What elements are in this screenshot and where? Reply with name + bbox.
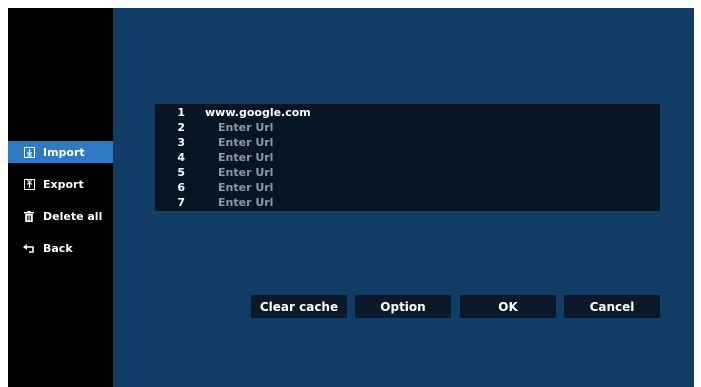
clear-cache-button[interactable]: Clear cache xyxy=(251,295,347,318)
url-row-number: 3 xyxy=(177,136,185,149)
url-input-placeholder[interactable]: Enter Url xyxy=(218,136,273,149)
url-input-placeholder[interactable]: Enter Url xyxy=(218,196,273,209)
export-icon xyxy=(23,178,35,190)
cancel-button[interactable]: Cancel xyxy=(564,295,660,318)
back-arrow-icon xyxy=(23,242,35,254)
url-row-number: 7 xyxy=(177,196,185,209)
sidebar-item-label: Back xyxy=(43,241,73,255)
url-row-number: 6 xyxy=(177,181,185,194)
url-input-placeholder[interactable]: Enter Url xyxy=(218,166,273,179)
sidebar: Import Export Delete all Back xyxy=(8,8,113,387)
url-row-1[interactable]: 1 www.google.com xyxy=(155,105,660,120)
url-row-number: 1 xyxy=(177,106,185,119)
url-list: 1 www.google.com 2 Enter Url 3 Enter Url… xyxy=(155,104,660,211)
import-icon xyxy=(23,146,35,158)
url-row-number: 2 xyxy=(177,121,185,134)
url-row-7[interactable]: 7 Enter Url xyxy=(155,195,660,210)
url-row-number: 5 xyxy=(177,166,185,179)
url-input-placeholder[interactable]: Enter Url xyxy=(218,151,273,164)
url-row-2[interactable]: 2 Enter Url xyxy=(155,120,660,135)
sidebar-item-import[interactable]: Import xyxy=(8,141,113,163)
sidebar-item-delete-all[interactable]: Delete all xyxy=(8,205,113,227)
sidebar-item-label: Delete all xyxy=(43,209,103,223)
url-input-placeholder[interactable]: Enter Url xyxy=(218,181,273,194)
ok-button[interactable]: OK xyxy=(460,295,556,318)
sidebar-item-label: Import xyxy=(43,145,85,159)
url-row-5[interactable]: 5 Enter Url xyxy=(155,165,660,180)
url-row-3[interactable]: 3 Enter Url xyxy=(155,135,660,150)
sidebar-item-label: Export xyxy=(43,177,84,191)
url-value[interactable]: www.google.com xyxy=(205,106,311,119)
main-panel: 1 www.google.com 2 Enter Url 3 Enter Url… xyxy=(113,8,694,387)
option-button[interactable]: Option xyxy=(355,295,451,318)
sidebar-item-back[interactable]: Back xyxy=(8,237,113,259)
url-input-placeholder[interactable]: Enter Url xyxy=(218,121,273,134)
url-row-4[interactable]: 4 Enter Url xyxy=(155,150,660,165)
sidebar-item-export[interactable]: Export xyxy=(8,173,113,195)
url-row-6[interactable]: 6 Enter Url xyxy=(155,180,660,195)
url-row-number: 4 xyxy=(177,151,185,164)
trash-icon xyxy=(23,210,35,222)
screen: Import Export Delete all Back 1 www.goog… xyxy=(8,8,694,387)
